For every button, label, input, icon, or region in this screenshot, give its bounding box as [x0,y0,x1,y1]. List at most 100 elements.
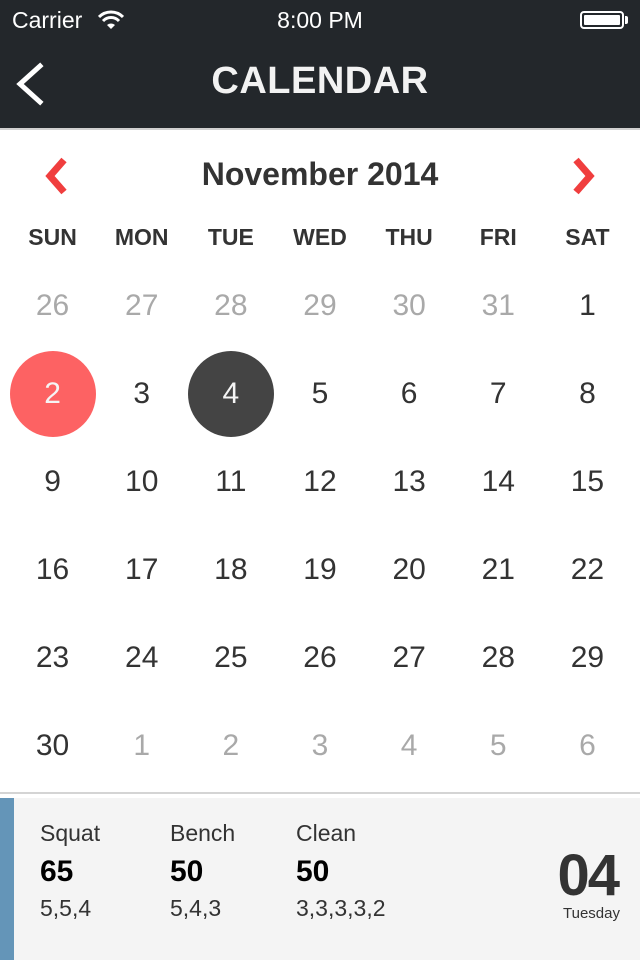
month-label: November 2014 [201,156,439,192]
weekday-label: THU [385,224,433,250]
day-number: 27 [125,289,159,322]
calendar-day[interactable]: 24 [97,614,186,702]
calendar-day[interactable]: 26 [8,262,97,350]
calendar-day[interactable]: 4 [365,702,454,790]
calendar-day[interactable]: 13 [365,438,454,526]
lift-item: Bench 50 5,4,3 [170,820,235,922]
calendar-day[interactable]: 3 [275,702,364,790]
calendar-day-selected[interactable]: 4 [186,350,275,438]
calendar-day[interactable]: 1 [543,262,632,350]
calendar-day[interactable]: 30 [365,262,454,350]
calendar-week-row: 2 3 4 5 6 7 8 [8,350,632,438]
calendar-day[interactable]: 12 [275,438,364,526]
calendar-day[interactable]: 28 [454,614,543,702]
day-number: 3 [133,377,151,410]
calendar-day[interactable]: 29 [543,614,632,702]
day-number: 1 [133,729,151,762]
weekday-label: MON [114,224,169,250]
day-number: 29 [303,289,337,322]
calendar-day[interactable]: 27 [365,614,454,702]
day-number: 11 [215,465,247,498]
calendar-day[interactable]: 1 [97,702,186,790]
day-number: 30 [392,289,426,322]
calendar-day[interactable]: 21 [454,526,543,614]
day-number: 7 [489,377,507,410]
lift-reps: 5,5,4 [40,895,92,921]
lift-item: Squat 65 5,5,4 [40,820,100,922]
calendar-day[interactable]: 6 [543,702,632,790]
calendar-day[interactable]: 27 [97,262,186,350]
calendar-day[interactable]: 18 [186,526,275,614]
lift-name: Clean [296,820,357,846]
calendar-day[interactable]: 8 [543,350,632,438]
lift-item: Clean 50 3,3,3,3,2 [296,820,386,922]
day-number: 6 [579,729,596,762]
weekday-label: FRI [479,224,517,250]
calendar-day[interactable]: 28 [186,262,275,350]
lift-weight: 65 [40,855,74,888]
weekday-label: SUN [28,224,77,250]
calendar-day[interactable]: 22 [543,526,632,614]
calendar-day[interactable]: 23 [8,614,97,702]
day-number: 5 [311,377,329,410]
status-time: 8:00 PM [277,7,363,33]
workout-detail-panel: Squat 65 5,5,4 Bench 50 5,4,3 Clean 50 3… [0,798,640,960]
calendar-day[interactable]: 10 [97,438,186,526]
calendar-week-row: 23 24 25 26 27 28 29 [8,614,632,702]
calendar-day[interactable]: 5 [454,702,543,790]
weekday-label: WED [293,224,347,250]
day-number: 15 [570,465,605,498]
next-month-button[interactable] [564,156,600,196]
calendar-week-row: 30 1 2 3 4 5 6 [8,702,632,790]
day-number: 26 [303,641,337,674]
calendar-day[interactable]: 15 [543,438,632,526]
battery-icon [580,11,624,29]
calendar-day[interactable]: 20 [365,526,454,614]
detail-divider [0,792,640,794]
day-number: 23 [35,641,70,674]
day-number: 31 [481,289,515,322]
day-number: 17 [125,553,159,586]
calendar-week-row: 9 10 11 12 13 14 15 [8,438,632,526]
calendar-day[interactable]: 30 [8,702,97,790]
calendar-grid: 26 27 28 29 30 31 1 2 3 4 5 6 7 8 9 10 11 12 13 14 15 16 17 18 1… [8,262,632,790]
calendar-day[interactable]: 2 [186,702,275,790]
day-number: 1 [579,289,596,322]
weekday-label: TUE [207,224,254,250]
calendar-day[interactable]: 17 [97,526,186,614]
day-number: 22 [570,553,605,586]
lift-name: Squat [40,820,101,846]
battery-tip [625,16,628,24]
day-number: 6 [400,377,418,410]
calendar-day[interactable]: 11 [186,438,275,526]
calendar-day[interactable]: 6 [365,350,454,438]
calendar-day[interactable]: 14 [454,438,543,526]
calendar-day[interactable]: 16 [8,526,97,614]
calendar-day[interactable]: 9 [8,438,97,526]
calendar-day[interactable]: 31 [454,262,543,350]
header-divider [0,128,640,130]
day-number: 2 [222,729,240,762]
calendar-day[interactable]: 26 [275,614,364,702]
calendar-day[interactable]: 19 [275,526,364,614]
weekday-header: SUN MON TUE WED THU FRI SAT [8,224,632,251]
calendar-day[interactable]: 5 [275,350,364,438]
lift-reps: 3,3,3,3,2 [296,895,386,921]
calendar-day[interactable]: 29 [275,262,364,350]
lift-weight: 50 [170,855,204,888]
calendar-day[interactable]: 3 [97,350,186,438]
day-number: 9 [44,465,61,498]
calendar-day-today[interactable]: 2 [8,350,97,438]
day-number: 24 [125,641,159,674]
day-number: 30 [35,729,70,762]
day-number: 25 [214,641,248,674]
day-number: 2 [44,377,61,410]
day-number: 12 [303,465,337,498]
weekday-label: SAT [565,224,610,250]
calendar-day[interactable]: 25 [186,614,275,702]
day-number: 19 [303,553,337,586]
day-number: 13 [392,465,426,498]
day-number: 21 [481,553,515,586]
calendar-day[interactable]: 7 [454,350,543,438]
page-title: CALENDAR [211,60,429,102]
